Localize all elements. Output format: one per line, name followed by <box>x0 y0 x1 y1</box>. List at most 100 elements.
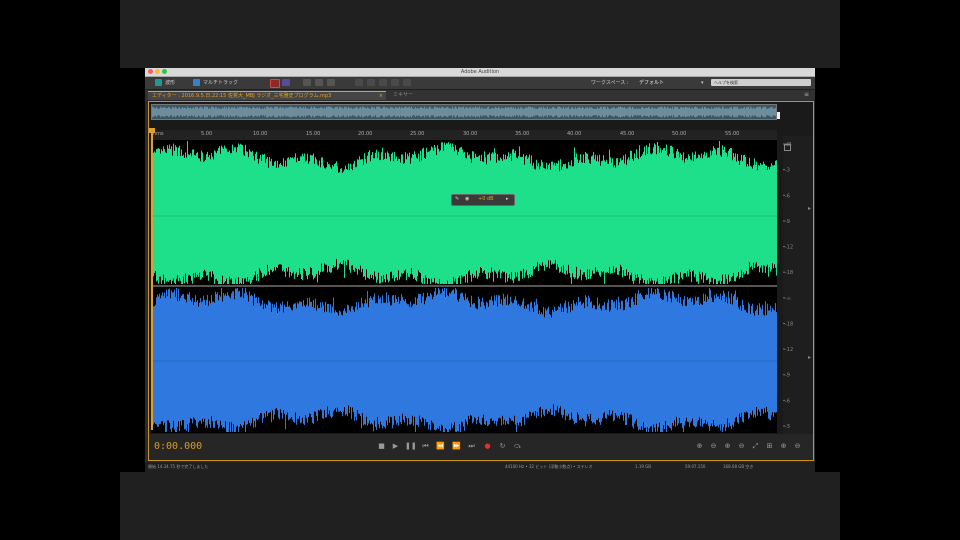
waveform-right <box>151 288 777 432</box>
close-tab-icon[interactable]: × <box>379 92 383 101</box>
bottom-letterbox <box>120 472 840 540</box>
waveform-path <box>151 141 777 284</box>
skip-start-icon[interactable]: ⏮ <box>421 442 430 451</box>
status-free-space: 168.08 GB 空き <box>723 464 754 469</box>
timecode-display[interactable]: 0:00.000 <box>154 441 202 452</box>
chevron-down-icon[interactable]: ▾ <box>701 79 704 87</box>
loop-icon[interactable]: ↻ <box>498 442 507 451</box>
zoom-in-left-icon[interactable]: ⊕ <box>779 442 788 451</box>
overview-path <box>152 106 776 118</box>
chevron-right-icon[interactable]: ▸ <box>506 196 509 202</box>
rewind-icon[interactable]: ⏪ <box>436 442 445 451</box>
overview-end-handle[interactable] <box>777 112 780 119</box>
scroll-right-icon[interactable]: ▸ <box>808 205 811 212</box>
ruler-label: 50.00 <box>672 131 687 137</box>
workspace-select[interactable]: デフォルト <box>639 79 664 87</box>
ruler-label: 5.00 <box>201 131 213 137</box>
hud-volume[interactable]: ✎ ◉ +0 dB ▸ <box>451 194 515 206</box>
spectral-icon[interactable] <box>270 79 280 88</box>
db-label: -12 <box>785 347 793 353</box>
playhead-handle-icon[interactable] <box>149 128 155 133</box>
db-label: -∞ <box>785 296 791 302</box>
db-label: -6 <box>785 193 790 199</box>
scroll-right-icon[interactable]: ▸ <box>808 354 811 361</box>
db-ticks: dB-3-6-9-12-18-∞-18-12-9-6-3 <box>783 142 793 430</box>
hud-value[interactable]: +0 dB <box>478 196 494 202</box>
overview-waveform <box>152 106 776 118</box>
ruler-label: 15.00 <box>306 131 321 137</box>
overview-bar[interactable] <box>151 104 777 120</box>
ruler-label: 25.00 <box>410 131 425 137</box>
record-icon[interactable]: ● <box>483 442 492 451</box>
lasso-tool-icon[interactable] <box>367 79 375 86</box>
top-letterbox <box>120 0 840 68</box>
skip-end-icon[interactable]: ⏭ <box>467 442 476 451</box>
status-size: 1.19 GB <box>635 464 652 469</box>
app-window: Adobe Audition 波形 マルチトラック ワークスペース : デフォル… <box>145 68 815 472</box>
waveform-path <box>151 288 777 432</box>
waveform-button[interactable]: 波形 <box>165 79 175 87</box>
fast-forward-icon[interactable]: ⏩ <box>452 442 461 451</box>
razor-tool-icon[interactable] <box>315 79 323 86</box>
zoom-out-right-icon[interactable]: ⊖ <box>793 442 802 451</box>
db-label: -18 <box>785 321 793 327</box>
left-pillarbox <box>0 0 120 540</box>
skip-selection-icon[interactable]: ⤼ <box>513 442 522 451</box>
db-label: -18 <box>785 270 793 276</box>
waveform-channel-right[interactable] <box>151 287 777 433</box>
brush-tool-icon[interactable] <box>379 79 387 86</box>
playhead[interactable] <box>151 130 153 430</box>
stop-icon[interactable]: ■ <box>377 442 386 451</box>
waveform-channel-left[interactable] <box>151 140 777 285</box>
heal-tool-icon[interactable] <box>391 79 399 86</box>
channel-toggle-icon[interactable] <box>784 144 791 151</box>
zoom-in-amplitude-icon[interactable]: ⊕ <box>695 442 704 451</box>
db-label: -12 <box>785 245 793 251</box>
zoom-selection-icon[interactable]: ⊞ <box>765 442 774 451</box>
zoom-out-time-icon[interactable]: ⊖ <box>737 442 746 451</box>
ruler-label: 10.00 <box>253 131 268 137</box>
status-message: 開始 14.34.75 秒で完了しました <box>148 464 209 469</box>
ruler-label: 40.00 <box>567 131 582 137</box>
toolbar: 波形 マルチトラック ワークスペース : デフォルト ▾ ヘルプを検索 <box>145 77 815 90</box>
db-label: -3 <box>785 168 790 174</box>
tab-mixer[interactable]: ミキサー <box>389 91 429 100</box>
db-label: -9 <box>785 219 790 225</box>
time-select-tool-icon[interactable] <box>403 79 411 86</box>
play-icon[interactable]: ▶ <box>391 442 400 451</box>
multitrack-button[interactable]: マルチトラック <box>203 79 238 87</box>
db-label: -3 <box>785 424 790 430</box>
knob-icon[interactable]: ◉ <box>465 196 469 202</box>
marquee-tool-icon[interactable] <box>355 79 363 86</box>
tab-editor[interactable]: エディター : 2016.9.5.日.22:15 佐賀大_MBJ ラジオ_三宅雅… <box>148 91 386 100</box>
status-duration: 59:07.150 <box>685 464 706 469</box>
slip-tool-icon[interactable] <box>327 79 335 86</box>
status-format: 44100 Hz • 32 ビット (浮動小数点) • ステレオ <box>505 464 593 469</box>
db-label: -9 <box>785 373 790 379</box>
panel-tabs: エディター : 2016.9.5.日.22:15 佐賀大_MBJ ラジオ_三宅雅… <box>145 90 815 100</box>
ruler-label: 20.00 <box>358 131 373 137</box>
waveform-left <box>151 141 777 284</box>
workspace-label: ワークスペース : <box>591 80 629 86</box>
pause-icon[interactable]: ❚❚ <box>405 442 417 451</box>
title-bar: Adobe Audition <box>145 68 815 77</box>
zoom-full-icon[interactable]: ⤢ <box>751 442 760 451</box>
ruler-label: 55.00 <box>725 131 740 137</box>
db-label: -6 <box>785 398 790 404</box>
help-search-input[interactable]: ヘルプを検索 <box>711 79 811 86</box>
waveform-icon[interactable] <box>155 79 162 86</box>
window-title: Adobe Audition <box>460 69 500 75</box>
move-tool-icon[interactable] <box>303 79 311 86</box>
pitch-icon[interactable] <box>282 79 290 86</box>
ruler-label: 45.00 <box>620 131 635 137</box>
waveform-editor[interactable]: hms 5.00 10.00 15.00 20.00 25.00 30.00 3… <box>148 101 814 461</box>
ruler-label: 35.00 <box>515 131 530 137</box>
tab-editor-label: エディター : 2016.9.5.日.22:15 佐賀大_MBJ ラジオ_三宅雅… <box>152 93 332 99</box>
level-scale-strip: dB -3 -6 -9 -12 -18 -∞ -18 -12 -9 -6 -3 <box>783 136 813 434</box>
panel-menu-icon[interactable]: ≡ <box>804 91 809 98</box>
multitrack-icon[interactable] <box>193 79 200 86</box>
zoom-in-time-icon[interactable]: ⊕ <box>723 442 732 451</box>
zoom-out-amplitude-icon[interactable]: ⊖ <box>709 442 718 451</box>
ruler-label: 30.00 <box>463 131 478 137</box>
pencil-icon: ✎ <box>455 196 460 202</box>
